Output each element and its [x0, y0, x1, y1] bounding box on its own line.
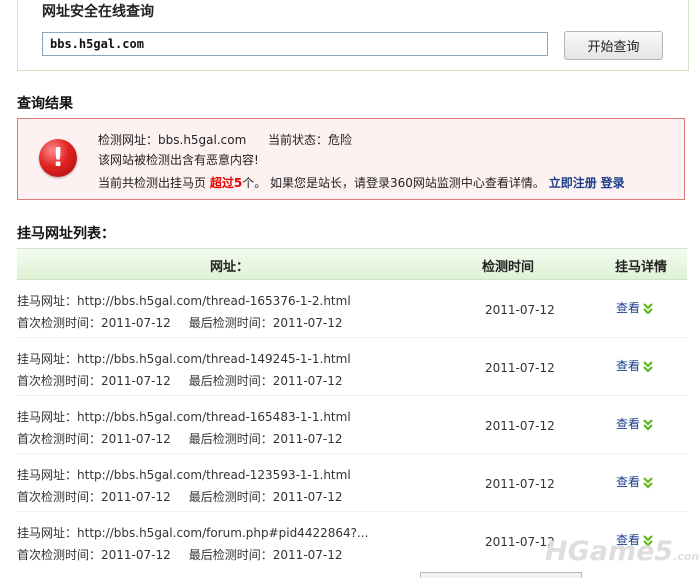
first-date: 2011-07-12	[101, 316, 171, 330]
double-chevron-down-icon	[643, 360, 653, 373]
row-url: http://bbs.h5gal.com/forum.php#pid442286…	[77, 526, 369, 540]
table-header: 网址： 检测时间 挂马详情	[17, 248, 687, 280]
row-time: 2011-07-12	[485, 361, 555, 375]
last-date: 2011-07-12	[272, 316, 343, 330]
exclamation-icon: !	[39, 139, 77, 177]
row-url: http://bbs.h5gal.com/thread-165483-1-1.h…	[77, 410, 351, 424]
header-url: 网址：	[210, 260, 250, 275]
table-row: 挂马网址：http://bbs.h5gal.com/thread-165376-…	[17, 280, 687, 338]
first-label: 首次检测时间：	[17, 316, 102, 330]
header-time: 检测时间	[482, 260, 535, 275]
table-row: 挂马网址：http://bbs.h5gal.com/thread-123593-…	[17, 454, 687, 512]
watermark-suffix: .com	[673, 550, 699, 563]
horizontal-scrollbar[interactable]	[420, 572, 582, 578]
alert-url-line: 检测网址：bbs.h5gal.com 当前状态：危险	[98, 131, 352, 148]
search-title: 网址安全在线查询	[42, 4, 154, 20]
watermark-logo: HGame5.com	[545, 536, 699, 567]
view-button[interactable]: 查看	[616, 299, 654, 316]
row-time: 2011-07-12	[485, 419, 555, 433]
url-prefix: 挂马网址：	[17, 468, 78, 482]
last-date: 2011-07-12	[272, 432, 343, 446]
double-chevron-down-icon	[643, 476, 653, 489]
register-link[interactable]: 立即注册	[549, 176, 597, 190]
header-detail: 挂马详情	[615, 260, 668, 275]
first-date: 2011-07-12	[101, 432, 171, 446]
first-label: 首次检测时间：	[17, 432, 102, 446]
row-url-line: 挂马网址：http://bbs.h5gal.com/thread-123593-…	[17, 466, 351, 483]
view-label: 查看	[616, 417, 641, 431]
row-url-line: 挂马网址：http://bbs.h5gal.com/thread-165483-…	[17, 408, 351, 425]
alert-box: ! 检测网址：bbs.h5gal.com 当前状态：危险 该网站被检测出含有恶意…	[17, 118, 685, 200]
search-button[interactable]: 开始查询	[564, 31, 663, 60]
count-prefix: 当前共检测出挂马页	[98, 176, 207, 190]
last-label: 最后检测时间：	[188, 490, 273, 504]
search-input[interactable]	[42, 32, 548, 56]
view-button[interactable]: 查看	[616, 473, 654, 490]
row-dates: 首次检测时间：2011-07-12 最后检测时间：2011-07-12	[17, 546, 343, 563]
status-label: 当前状态：	[267, 133, 328, 147]
count-value: 超过5	[209, 176, 243, 190]
double-chevron-down-icon	[643, 302, 653, 315]
last-label: 最后检测时间：	[188, 316, 273, 330]
row-dates: 首次检测时间：2011-07-12 最后检测时间：2011-07-12	[17, 314, 343, 331]
warning-text: 该网站被检测出含有恶意内容!	[98, 153, 259, 167]
table-row: 挂马网址：http://bbs.h5gal.com/thread-165483-…	[17, 396, 687, 454]
url-prefix: 挂马网址：	[17, 410, 78, 424]
row-url-line: 挂马网址：http://bbs.h5gal.com/thread-165376-…	[17, 292, 351, 309]
table-row: 挂马网址：http://bbs.h5gal.com/thread-149245-…	[17, 338, 687, 396]
url-prefix: 挂马网址：	[17, 294, 78, 308]
first-date: 2011-07-12	[101, 374, 171, 388]
last-date: 2011-07-12	[272, 490, 343, 504]
status-value: 危险	[327, 133, 352, 147]
first-date: 2011-07-12	[101, 548, 171, 562]
first-date: 2011-07-12	[101, 490, 171, 504]
view-button[interactable]: 查看	[616, 357, 654, 374]
alert-count-line: 当前共检测出挂马页 超过5个。 如果您是站长，请登录360网站监测中心查看详情。…	[98, 174, 625, 191]
first-label: 首次检测时间：	[17, 374, 102, 388]
login-link[interactable]: 登录	[601, 176, 625, 190]
search-panel: 网址安全在线查询 开始查询	[17, 0, 689, 71]
row-url: http://bbs.h5gal.com/thread-149245-1-1.h…	[77, 352, 351, 366]
last-label: 最后检测时间：	[188, 432, 273, 446]
row-time: 2011-07-12	[485, 477, 555, 491]
list-title: 挂马网址列表：	[17, 226, 115, 242]
row-dates: 首次检测时间：2011-07-12 最后检测时间：2011-07-12	[17, 372, 343, 389]
view-label: 查看	[616, 359, 641, 373]
first-label: 首次检测时间：	[17, 548, 102, 562]
row-url-line: 挂马网址：http://bbs.h5gal.com/forum.php#pid4…	[17, 524, 368, 541]
row-dates: 首次检测时间：2011-07-12 最后检测时间：2011-07-12	[17, 488, 343, 505]
first-label: 首次检测时间：	[17, 490, 102, 504]
url-prefix: 挂马网址：	[17, 526, 78, 540]
row-dates: 首次检测时间：2011-07-12 最后检测时间：2011-07-12	[17, 430, 343, 447]
last-label: 最后检测时间：	[188, 374, 273, 388]
count-suffix: 个。 如果您是站长，请登录360网站监测中心查看详情。	[242, 176, 545, 190]
view-button[interactable]: 查看	[616, 415, 654, 432]
row-time: 2011-07-12	[485, 303, 555, 317]
row-url: http://bbs.h5gal.com/thread-123593-1-1.h…	[77, 468, 351, 482]
last-date: 2011-07-12	[272, 548, 343, 562]
last-date: 2011-07-12	[272, 374, 343, 388]
url-label: 检测网址：	[98, 133, 159, 147]
view-label: 查看	[616, 301, 641, 315]
watermark-main: HGame5	[545, 536, 674, 567]
url-value: bbs.h5gal.com	[158, 133, 247, 147]
url-prefix: 挂马网址：	[17, 352, 78, 366]
last-label: 最后检测时间：	[188, 548, 273, 562]
row-url-line: 挂马网址：http://bbs.h5gal.com/thread-149245-…	[17, 350, 351, 367]
row-url: http://bbs.h5gal.com/thread-165376-1-2.h…	[77, 294, 351, 308]
view-label: 查看	[616, 475, 641, 489]
double-chevron-down-icon	[643, 418, 653, 431]
result-title: 查询结果	[17, 96, 73, 112]
